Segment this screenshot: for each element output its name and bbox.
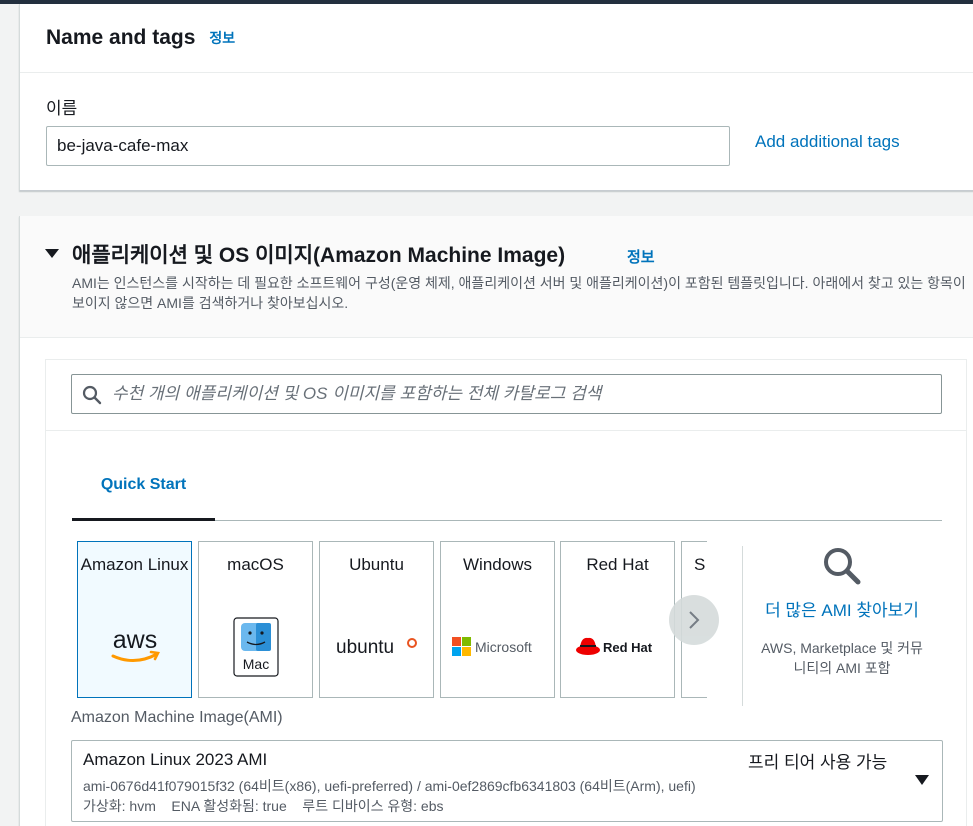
- ami-tabs: Quick Start: [72, 471, 942, 521]
- name-field-label: 이름: [46, 99, 78, 118]
- aws-logo-icon: aws: [78, 617, 191, 677]
- search-icon: [824, 548, 861, 585]
- ami-browser: Quick Start Amazon Linux aws macOS: [45, 359, 967, 826]
- name-and-tags-info-link[interactable]: 정보: [209, 28, 235, 48]
- ami-panel-header: 애플리케이션 및 OS 이미지(Amazon Machine Image) 정보…: [20, 216, 973, 338]
- tile-ubuntu[interactable]: Ubuntu ubuntu: [319, 541, 434, 698]
- ubuntu-logo-icon: ubuntu: [320, 617, 433, 677]
- os-tiles: Amazon Linux aws macOS Mac Ubuntu ubuntu…: [77, 541, 707, 698]
- name-input[interactable]: [46, 126, 730, 166]
- tile-label: Amazon Linux: [80, 555, 189, 574]
- ami-search-input[interactable]: [112, 375, 932, 413]
- tiles-divider: [742, 546, 743, 706]
- dropdown-caret-icon: [915, 775, 929, 785]
- ami-name: Amazon Linux 2023 AMI: [83, 750, 268, 769]
- tile-label: macOS: [227, 555, 284, 574]
- tiles-next-button[interactable]: [669, 595, 719, 645]
- tile-amazon-linux[interactable]: Amazon Linux aws: [77, 541, 192, 698]
- tile-red-hat[interactable]: Red Hat Red Hat: [560, 541, 675, 698]
- ami-search-row: [46, 360, 966, 431]
- name-and-tags-header: Name and tags 정보: [20, 4, 973, 73]
- chevron-right-icon: [689, 611, 700, 629]
- tile-macos[interactable]: macOS Mac: [198, 541, 313, 698]
- microsoft-logo-icon: Microsoft: [441, 617, 554, 677]
- browse-more-ami[interactable]: 더 많은 AMI 찾아보기 AWS, Marketplace 및 커뮤니티의 A…: [757, 546, 927, 706]
- add-additional-tags-link[interactable]: Add additional tags: [755, 132, 900, 152]
- mac-finder-icon: Mac: [199, 617, 312, 677]
- tile-windows[interactable]: Windows Microsoft: [440, 541, 555, 698]
- ami-attributes: 가상화: hvm ENA 활성화됨: true 루트 디바이스 유형: ebs: [83, 798, 444, 814]
- ami-section-description: AMI는 인스턴스를 시작하는 데 필요한 소프트웨어 구성(운영 체제, 애플…: [72, 275, 966, 311]
- free-tier-badge: 프리 티어 사용 가능: [748, 753, 888, 772]
- ami-select-label: Amazon Machine Image(AMI): [71, 709, 283, 726]
- ami-select[interactable]: Amazon Linux 2023 AMI 프리 티어 사용 가능 ami-06…: [71, 740, 943, 822]
- search-icon: [82, 385, 102, 405]
- tile-label: Windows: [463, 555, 532, 574]
- browse-more-ami-subtext: AWS, Marketplace 및 커뮤니티의 AMI 포함: [761, 640, 923, 676]
- tile-label: Red Hat: [586, 555, 649, 574]
- svg-text:Red Hat: Red Hat: [603, 640, 653, 655]
- tile-label: Ubuntu: [349, 555, 404, 574]
- collapse-caret-icon[interactable]: [45, 249, 59, 258]
- svg-text:Mac: Mac: [242, 656, 268, 672]
- ami-search-box[interactable]: [71, 374, 942, 414]
- ami-section-title: 애플리케이션 및 OS 이미지(Amazon Machine Image): [72, 244, 566, 267]
- tab-quick-start[interactable]: Quick Start: [72, 471, 215, 521]
- name-and-tags-title: Name and tags: [46, 26, 196, 49]
- name-and-tags-panel: Name and tags 정보 이름 Add additional tags: [19, 4, 973, 191]
- browse-more-ami-link[interactable]: 더 많은 AMI 찾아보기: [757, 598, 927, 624]
- ami-panel: 애플리케이션 및 OS 이미지(Amazon Machine Image) 정보…: [19, 216, 973, 826]
- ami-ids: ami-0676d41f079015f32 (64비트(x86), uefi-p…: [83, 778, 696, 794]
- svg-text:aws: aws: [112, 626, 156, 654]
- svg-text:Microsoft: Microsoft: [475, 639, 532, 655]
- ami-info-link[interactable]: 정보: [627, 246, 655, 267]
- red-hat-logo-icon: Red Hat: [561, 617, 674, 677]
- svg-text:ubuntu: ubuntu: [336, 637, 394, 658]
